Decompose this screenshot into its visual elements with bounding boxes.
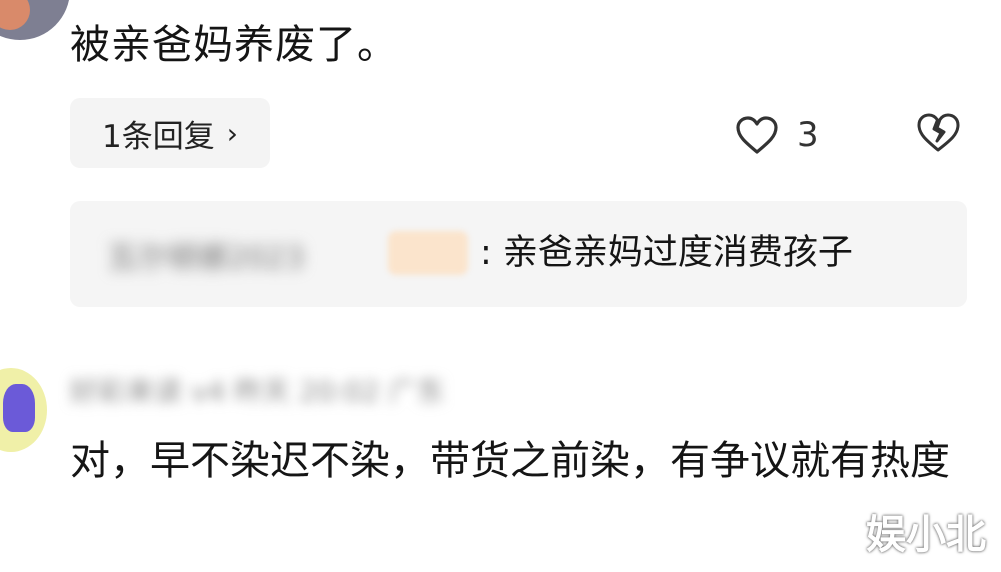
comment-text-2: 对，早不染迟不染，带货之前染，有争议就有热度 bbox=[70, 438, 950, 484]
comment-text: 被亲爸妈养废了。 bbox=[70, 22, 398, 68]
heart-icon bbox=[736, 116, 778, 154]
user-badge bbox=[388, 231, 468, 275]
reply-count-label: 1条回复 bbox=[102, 118, 215, 155]
chevron-right-icon: › bbox=[226, 116, 238, 150]
quoted-reply[interactable]: 瓦尔顿娜2023 : 亲爸亲妈过度消费孩子 bbox=[70, 201, 967, 307]
avatar-image bbox=[0, 0, 30, 30]
paw-avatar-icon bbox=[3, 384, 35, 432]
comment-meta: 好彩来读 v4 昨天 20:02 广东 bbox=[70, 375, 445, 408]
quoted-username: 瓦尔顿娜2023 bbox=[108, 241, 305, 276]
dislike-button[interactable] bbox=[915, 110, 961, 156]
like-button[interactable]: 3 bbox=[735, 110, 819, 160]
like-count: 3 bbox=[797, 115, 819, 155]
broken-heart-icon bbox=[917, 113, 960, 152]
user-avatar[interactable] bbox=[0, 0, 70, 40]
view-replies-button[interactable]: 1条回复 › bbox=[70, 98, 270, 168]
watermark: 娱小北 bbox=[866, 512, 986, 558]
user-avatar-2[interactable] bbox=[0, 368, 47, 452]
quoted-reply-text: : 亲爸亲妈过度消费孩子 bbox=[480, 233, 853, 273]
